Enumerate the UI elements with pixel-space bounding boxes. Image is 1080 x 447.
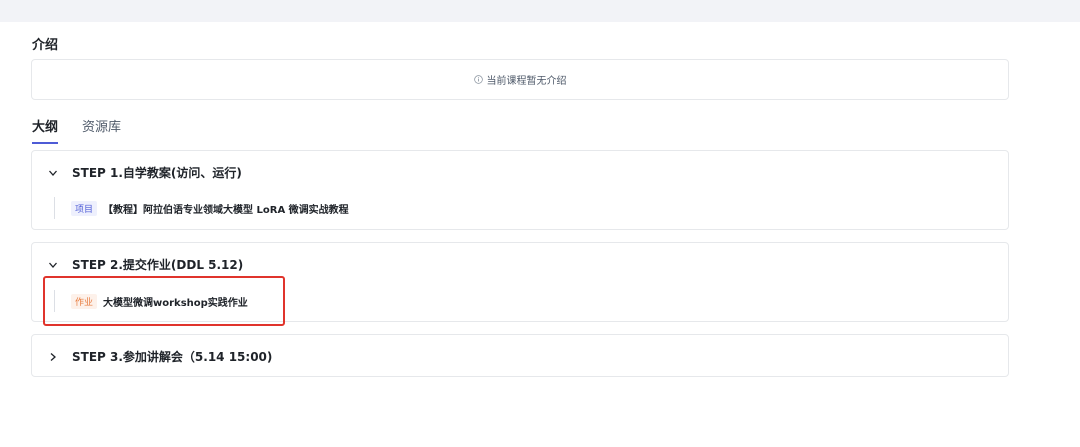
chevron-down-icon — [49, 262, 57, 268]
step-3-header[interactable]: STEP 3.参加讲解会（5.14 15:00) — [48, 348, 272, 365]
highlight-annotation — [43, 276, 285, 326]
step-1-header[interactable]: STEP 1.自学教案(访问、运行) — [48, 164, 242, 181]
step-2-header[interactable]: STEP 2.提交作业(DDL 5.12) — [48, 256, 243, 273]
chevron-right-icon — [50, 352, 56, 361]
step-1-item[interactable]: 项目 【教程】阿拉伯语专业领域大模型 LoRA 微调实战教程 — [54, 197, 349, 219]
tab-outline[interactable]: 大纲 — [32, 118, 59, 144]
info-icon — [473, 75, 483, 84]
project-tag: 项目 — [71, 200, 98, 216]
chevron-down-icon — [49, 170, 57, 176]
tab-bar: 大纲 资源库 — [32, 118, 145, 144]
step-1-card: STEP 1.自学教案(访问、运行) 项目 【教程】阿拉伯语专业领域大模型 Lo… — [31, 150, 1009, 230]
step-2-title: STEP 2.提交作业(DDL 5.12) — [72, 258, 244, 272]
step-1-item-label: 【教程】阿拉伯语专业领域大模型 LoRA 微调实战教程 — [103, 204, 349, 216]
intro-box: 当前课程暂无介绍 — [31, 59, 1009, 100]
step-3-title: STEP 3.参加讲解会（5.14 15:00) — [72, 350, 273, 364]
step-3-card: STEP 3.参加讲解会（5.14 15:00) — [31, 334, 1009, 377]
intro-empty-text: 当前课程暂无介绍 — [486, 76, 567, 87]
step-1-title: STEP 1.自学教案(访问、运行) — [72, 166, 242, 180]
top-bar — [0, 0, 1080, 22]
intro-title: 介绍 — [32, 38, 59, 53]
tab-resources[interactable]: 资源库 — [82, 118, 121, 144]
